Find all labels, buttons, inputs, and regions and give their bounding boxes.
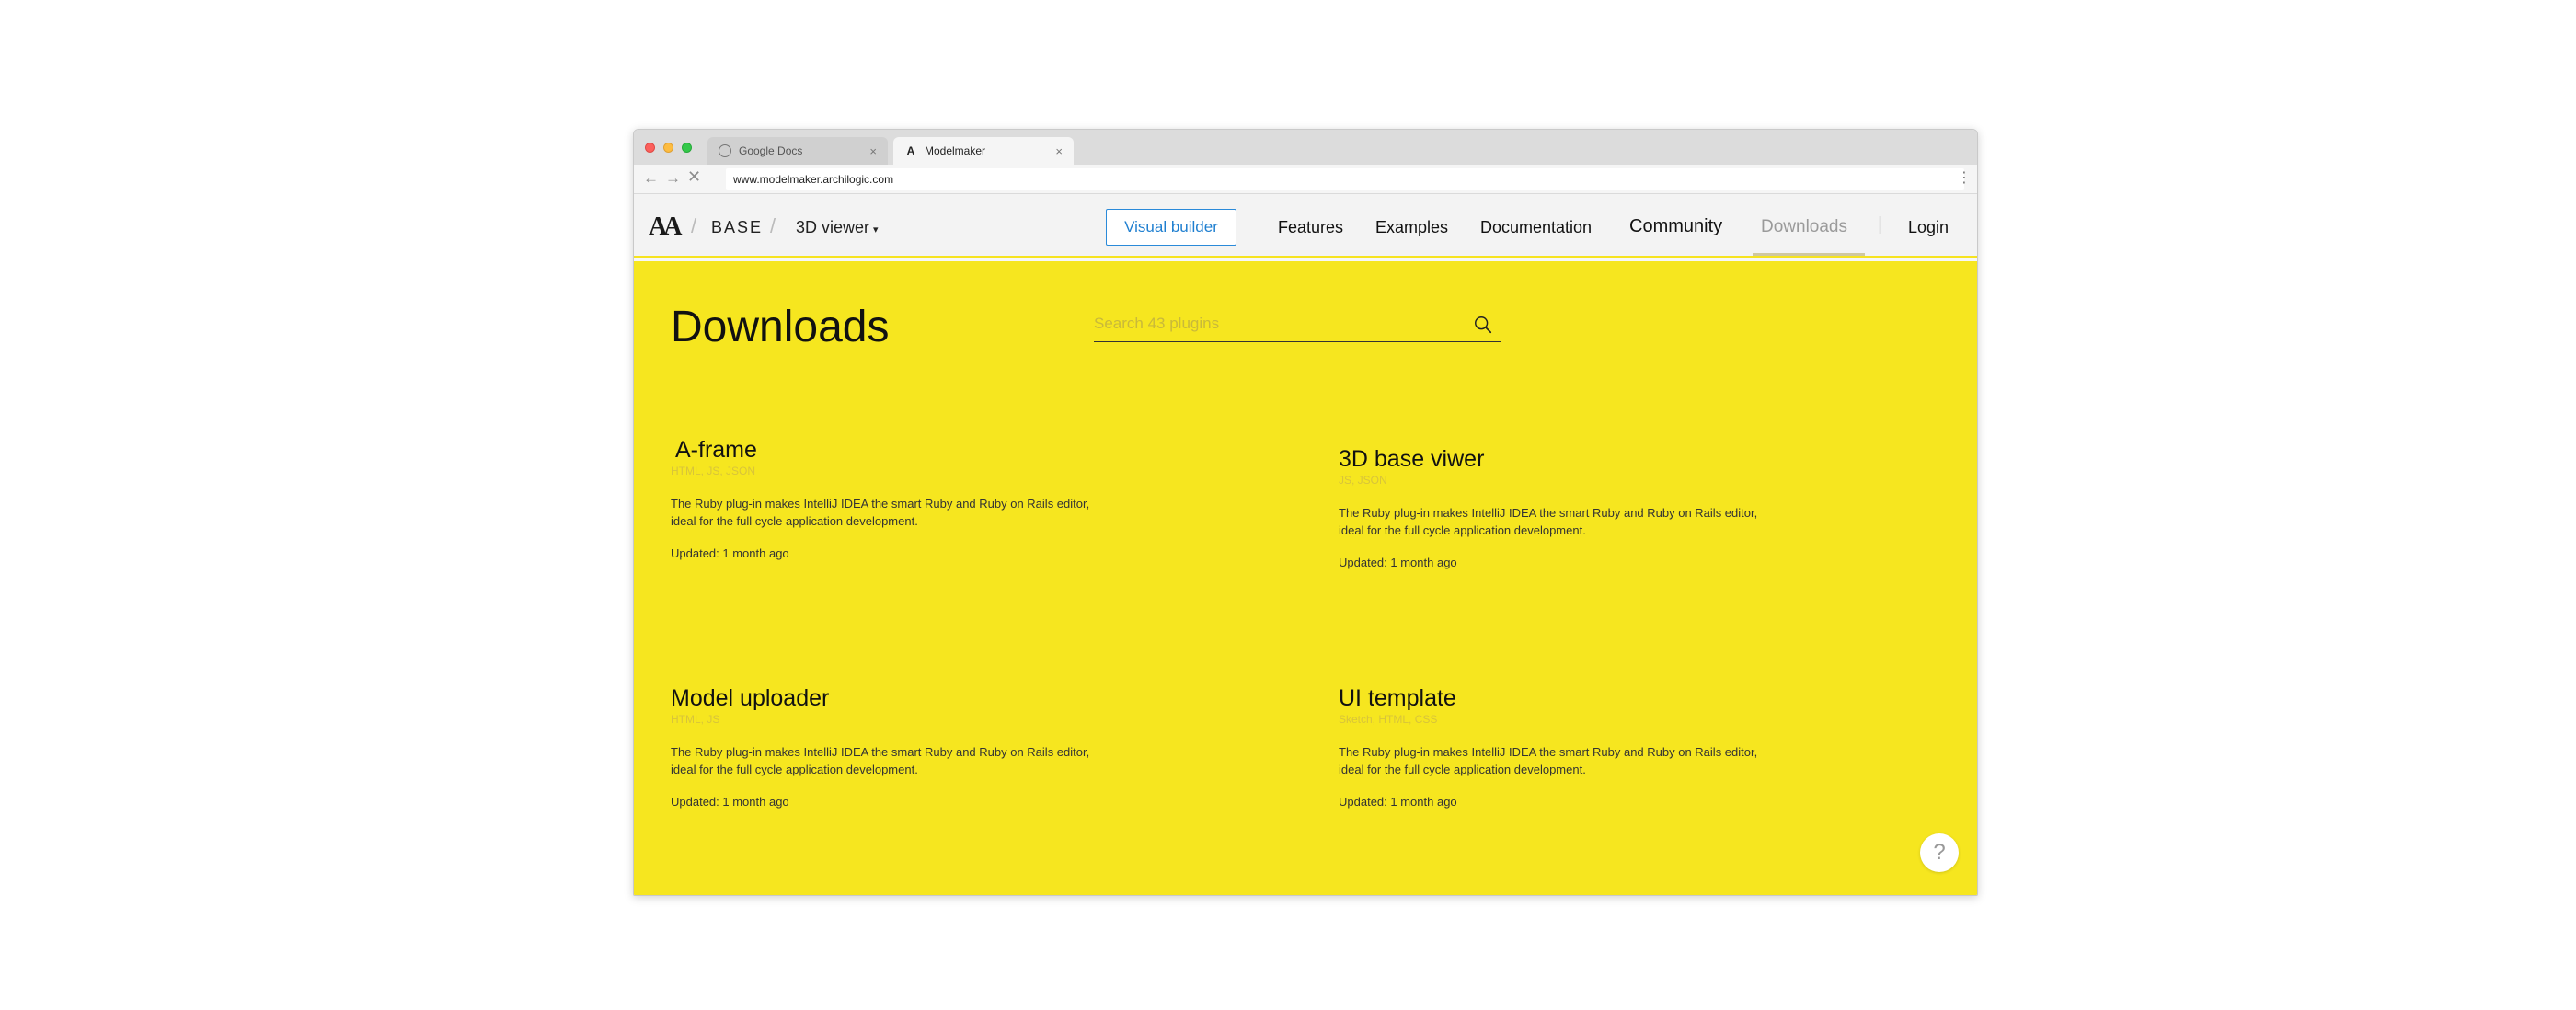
- breadcrumb-separator: /: [770, 214, 776, 237]
- active-nav-indicator: [1753, 253, 1865, 256]
- nav-divider: |: [1878, 214, 1883, 235]
- close-icon[interactable]: ×: [869, 144, 877, 158]
- back-arrow-icon[interactable]: ←: [643, 169, 659, 188]
- window-maximize-button[interactable]: [682, 143, 692, 153]
- plugin-description: The Ruby plug-in makes IntelliJ IDEA the…: [1339, 506, 1758, 537]
- search-icon[interactable]: [1473, 315, 1493, 335]
- tab-modelmaker[interactable]: A Modelmaker ×: [893, 137, 1074, 165]
- plugin-description: The Ruby plug-in makes IntelliJ IDEA the…: [671, 497, 1090, 528]
- plugin-description: The Ruby plug-in makes IntelliJ IDEA the…: [1339, 745, 1758, 776]
- archilogic-logo-icon: A: [906, 144, 915, 157]
- tab-title: Google Docs: [739, 144, 803, 157]
- plugin-updated: Updated: 1 month ago: [671, 795, 789, 809]
- nav-community[interactable]: Community: [1629, 216, 1722, 237]
- plugin-tags: HTML, JS, JSON: [671, 465, 756, 477]
- plugin-title[interactable]: UI template: [1339, 684, 1817, 712]
- stop-icon[interactable]: ✕: [687, 167, 701, 187]
- plugin-tags: HTML, JS: [671, 713, 720, 726]
- plugin-card[interactable]: Model uploader HTML, JS The Ruby plug-in…: [671, 684, 1149, 809]
- plugin-search: [1094, 309, 1501, 342]
- plugin-tags: JS, JSON: [1339, 474, 1387, 487]
- browser-toolbar: ← → ✕ www.modelmaker.archilogic.com ⋮: [634, 165, 1977, 194]
- nav-downloads[interactable]: Downloads: [1761, 217, 1847, 237]
- plugin-card[interactable]: UI template Sketch, HTML, CSS The Ruby p…: [1339, 684, 1817, 809]
- plugin-description: The Ruby plug-in makes IntelliJ IDEA the…: [671, 745, 1090, 776]
- plugin-card[interactable]: 3D base viwer JS, JSON The Ruby plug-in …: [1339, 445, 1817, 569]
- tab-title: Modelmaker: [925, 144, 986, 157]
- downloads-page: Downloads A-frame HTML, JS, JSON The Rub…: [634, 261, 1977, 895]
- url-text: www.modelmaker.archilogic.com: [733, 173, 894, 186]
- plugin-card[interactable]: A-frame HTML, JS, JSON The Ruby plug-in …: [671, 436, 1149, 560]
- help-button[interactable]: ?: [1920, 833, 1959, 872]
- close-icon[interactable]: ×: [1055, 144, 1063, 158]
- browser-menu-icon[interactable]: ⋮: [1957, 169, 1972, 188]
- visual-builder-button[interactable]: Visual builder: [1106, 209, 1236, 246]
- viewer-dropdown-label: 3D viewer: [796, 218, 870, 236]
- nav-login[interactable]: Login: [1908, 218, 1949, 237]
- plugin-title[interactable]: A-frame: [671, 436, 1149, 464]
- page-title: Downloads: [671, 303, 890, 351]
- breadcrumb-separator: /: [691, 214, 697, 237]
- plugin-updated: Updated: 1 month ago: [671, 546, 789, 560]
- forward-arrow-icon[interactable]: →: [665, 169, 681, 188]
- globe-icon: [719, 144, 731, 157]
- plugin-updated: Updated: 1 month ago: [1339, 795, 1457, 809]
- tab-google-docs[interactable]: Google Docs ×: [707, 137, 888, 165]
- plugin-title[interactable]: Model uploader: [671, 684, 1149, 712]
- site-header: AA / BASE / 3D viewer ▾ Visual builder Fe…: [634, 194, 1977, 258]
- plugin-tags: Sketch, HTML, CSS: [1339, 713, 1438, 726]
- archilogic-logo[interactable]: AA: [649, 212, 683, 242]
- window-minimize-button[interactable]: [663, 143, 673, 153]
- nav-examples[interactable]: Examples: [1375, 218, 1448, 237]
- nav-features[interactable]: Features: [1278, 218, 1343, 237]
- caret-down-icon: ▾: [873, 224, 879, 235]
- address-bar[interactable]: www.modelmaker.archilogic.com: [726, 168, 1964, 190]
- search-input[interactable]: [1094, 309, 1462, 339]
- browser-window: Google Docs × A Modelmaker × ← → ✕ www.m…: [633, 129, 1978, 896]
- window-close-button[interactable]: [645, 143, 655, 153]
- viewer-dropdown[interactable]: 3D viewer ▾: [796, 218, 879, 237]
- nav-documentation[interactable]: Documentation: [1480, 218, 1592, 237]
- question-mark-icon: ?: [1933, 840, 1946, 865]
- brand-base-link[interactable]: BASE: [711, 218, 763, 237]
- plugin-title[interactable]: 3D base viwer: [1339, 445, 1817, 473]
- plugin-updated: Updated: 1 month ago: [1339, 556, 1457, 569]
- tab-strip: Google Docs × A Modelmaker ×: [634, 130, 1977, 165]
